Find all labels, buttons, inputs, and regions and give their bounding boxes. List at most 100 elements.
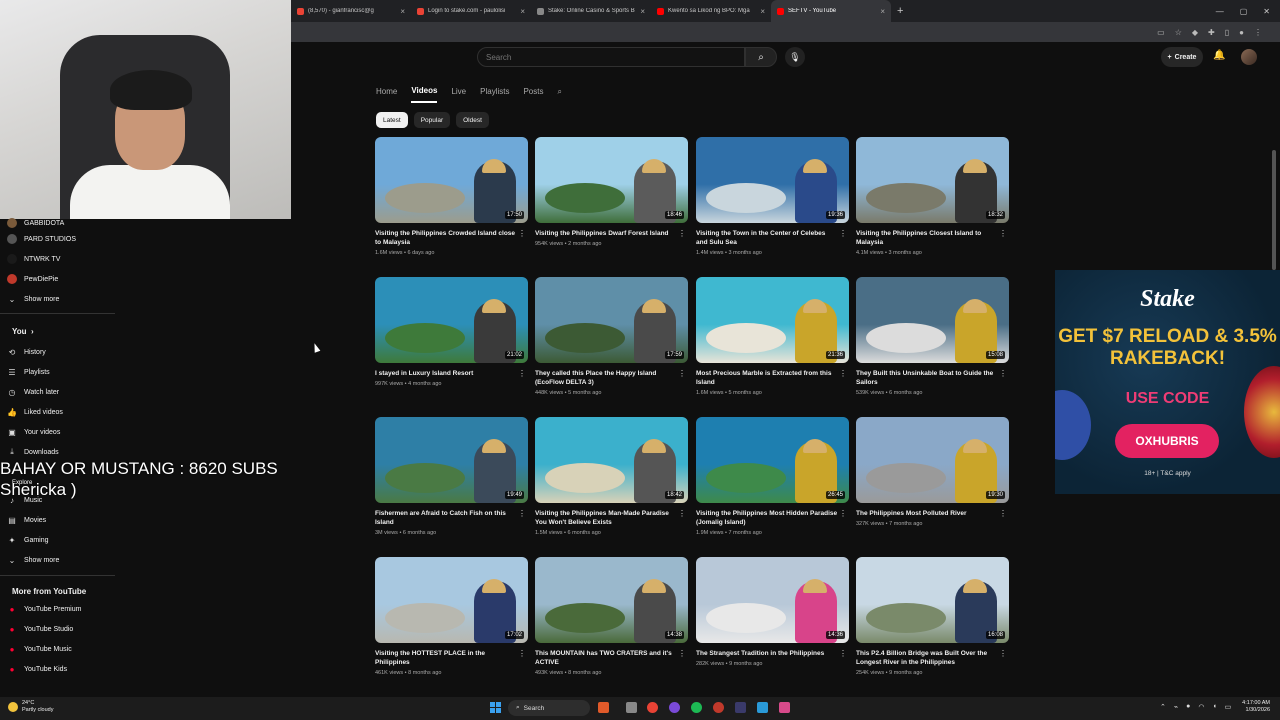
tab-close-icon[interactable]: × [760,7,765,16]
taskbar-clock[interactable]: 4:17:00 AM 1/30/2026 [1242,700,1270,714]
video-card[interactable]: 21:36 Most Precious Marble is Extracted f… [696,277,849,412]
video-title[interactable]: Visiting the Town in the Center of Celeb… [696,229,838,247]
sidebar-item[interactable]: ▣ Your videos [0,423,115,441]
video-thumbnail[interactable]: 16:08 [856,557,1009,643]
video-title[interactable]: Visiting the Philippines Crowded Island … [375,229,517,247]
windows-start-icon[interactable] [490,702,501,713]
more-options-icon[interactable]: ⋮ [999,509,1007,518]
taskbar-app6-icon[interactable] [779,702,790,713]
chip-oldest[interactable]: Oldest [456,112,489,128]
video-thumbnail[interactable]: 14:38 [535,557,688,643]
extension-icon[interactable]: ◆ [1192,28,1198,37]
taskbar-chrome-icon[interactable] [647,702,658,713]
browser-tab[interactable]: SEFTV - YouTube × [771,0,891,22]
channel-search-icon[interactable]: ⌕ [557,87,561,103]
video-card[interactable]: 15:08 They Built this Unsinkable Boat to … [856,277,1009,412]
tray-network-icon[interactable]: ⌁ [1174,703,1178,711]
video-thumbnail[interactable]: 18:46 [535,137,688,223]
sidebar-item[interactable]: ⌄ Show more [0,290,115,308]
sidebar-you-header[interactable]: You [12,327,27,336]
video-thumbnail[interactable]: 14:36 [696,557,849,643]
video-thumbnail[interactable]: 17:59 [535,277,688,363]
video-thumbnail[interactable]: 17:50 [375,137,528,223]
taskbar-explorer-icon[interactable] [626,702,637,713]
create-button[interactable]: + Create [1161,47,1203,67]
more-options-icon[interactable]: ⋮ [518,229,526,238]
more-options-icon[interactable]: ⋮ [839,229,847,238]
taskbar-spotify-icon[interactable] [691,702,702,713]
video-title[interactable]: Visiting the HOTTEST PLACE in the Philip… [375,649,517,667]
sidepanel-icon[interactable]: ▯ [1225,28,1229,37]
browser-tab[interactable]: Login to stake.com - paulolisi × [411,0,531,22]
more-options-icon[interactable]: ⋮ [678,509,686,518]
extensions-puzzle-icon[interactable]: ✚ [1208,28,1215,37]
sidebar-item[interactable]: ☰ Playlists [0,363,115,381]
video-title[interactable]: Visiting the Philippines Most Hidden Par… [696,509,838,527]
taskbar-app2-icon[interactable] [669,702,680,713]
video-thumbnail[interactable]: 19:49 [375,417,528,503]
taskbar-search[interactable]: ⌕ Search [508,700,590,716]
video-card[interactable]: 19:30 The Philippines Most Polluted River… [856,417,1009,552]
sidebar-item[interactable]: ● YouTube Music [0,640,115,658]
video-card[interactable]: 18:32 Visiting the Philippines Closest Is… [856,137,1009,272]
tray-volume-icon[interactable]: ◖ [1212,703,1216,711]
more-options-icon[interactable]: ⋮ [839,509,847,518]
video-card[interactable]: 26:45 Visiting the Philippines Most Hidde… [696,417,849,552]
video-thumbnail[interactable]: 15:08 [856,277,1009,363]
tab-playlists[interactable]: Playlists [480,87,509,102]
sidebar-item[interactable]: NTWRK TV [0,250,115,268]
sidebar-item[interactable]: ⟲ History [0,343,115,361]
more-options-icon[interactable]: ⋮ [839,649,847,658]
sidebar-item[interactable]: PewDiePie [0,270,115,288]
search-input[interactable] [486,52,744,62]
video-title[interactable]: Visiting the Philippines Man-Made Paradi… [535,509,677,527]
video-card[interactable]: 14:38 This MOUNTAIN has TWO CRATERS and i… [535,557,688,692]
minimize-icon[interactable]: — [1216,7,1224,16]
video-card[interactable]: 18:42 Visiting the Philippines Man-Made P… [535,417,688,552]
stake-ad-banner[interactable]: Stake GET $7 RELOAD & 3.5% RAKEBACK! USE… [1055,270,1280,494]
taskbar-app3-icon[interactable] [713,702,724,713]
sidebar-item[interactable]: ✦ Gaming [0,531,115,549]
sidebar-item[interactable]: ▤ Movies [0,511,115,529]
tray-mic-icon[interactable]: ● [1186,703,1190,711]
video-thumbnail[interactable]: 19:30 [856,417,1009,503]
maximize-icon[interactable]: ▢ [1240,7,1248,16]
tab-close-icon[interactable]: × [520,7,525,16]
chip-latest[interactable]: Latest [376,112,408,128]
new-tab-button[interactable]: + [897,5,903,17]
video-title[interactable]: Visiting the Philippines Closest Island … [856,229,998,247]
video-title[interactable]: The Philippines Most Polluted River [856,509,998,518]
video-card[interactable]: 19:49 Fishermen are Afraid to Catch Fish … [375,417,528,552]
tray-wifi-icon[interactable]: ◠ [1198,703,1204,711]
video-card[interactable]: 18:46 Visiting the Philippines Dwarf Fore… [535,137,688,272]
search-button[interactable]: ⌕ [745,47,777,67]
video-card[interactable]: 17:02 Visiting the HOTTEST PLACE in the P… [375,557,528,692]
chip-popular[interactable]: Popular [413,112,451,128]
taskbar-app-icon[interactable] [598,702,609,713]
tray-battery-icon[interactable]: ▭ [1225,703,1232,711]
video-title[interactable]: The Strangest Tradition in the Philippin… [696,649,838,658]
tab-posts[interactable]: Posts [523,87,543,102]
weather-widget[interactable]: 24°C Partly cloudy [8,700,54,714]
tab-videos[interactable]: Videos [411,86,438,103]
video-title[interactable]: Most Precious Marble is Extracted from t… [696,369,838,387]
tray-chevron-icon[interactable]: ⌃ [1160,703,1166,711]
taskbar-app5-icon[interactable] [757,702,768,713]
video-title[interactable]: I stayed in Luxury Island Resort [375,369,517,378]
sidebar-item[interactable]: 👍 Liked videos [0,403,115,421]
taskbar-app4-icon[interactable] [735,702,746,713]
sidebar-item[interactable]: PARD STUDIOS [0,230,115,248]
video-title[interactable]: They called this Place the Happy Island … [535,369,677,387]
video-thumbnail[interactable]: 17:02 [375,557,528,643]
more-options-icon[interactable]: ⋮ [518,649,526,658]
more-options-icon[interactable]: ⋮ [518,509,526,518]
video-title[interactable]: Visiting the Philippines Dwarf Forest Is… [535,229,677,238]
sidebar-item[interactable]: ◷ Watch later [0,383,115,401]
video-card[interactable]: 16:08 This P2.4 Billion Bridge was Built … [856,557,1009,692]
voice-search-button[interactable]: 🎙 [785,47,805,67]
video-thumbnail[interactable]: 18:42 [535,417,688,503]
video-thumbnail[interactable]: 18:32 [856,137,1009,223]
more-options-icon[interactable]: ⋮ [678,369,686,378]
cast-icon[interactable]: ▭ [1157,28,1165,37]
video-card[interactable]: 17:59 They called this Place the Happy Is… [535,277,688,412]
